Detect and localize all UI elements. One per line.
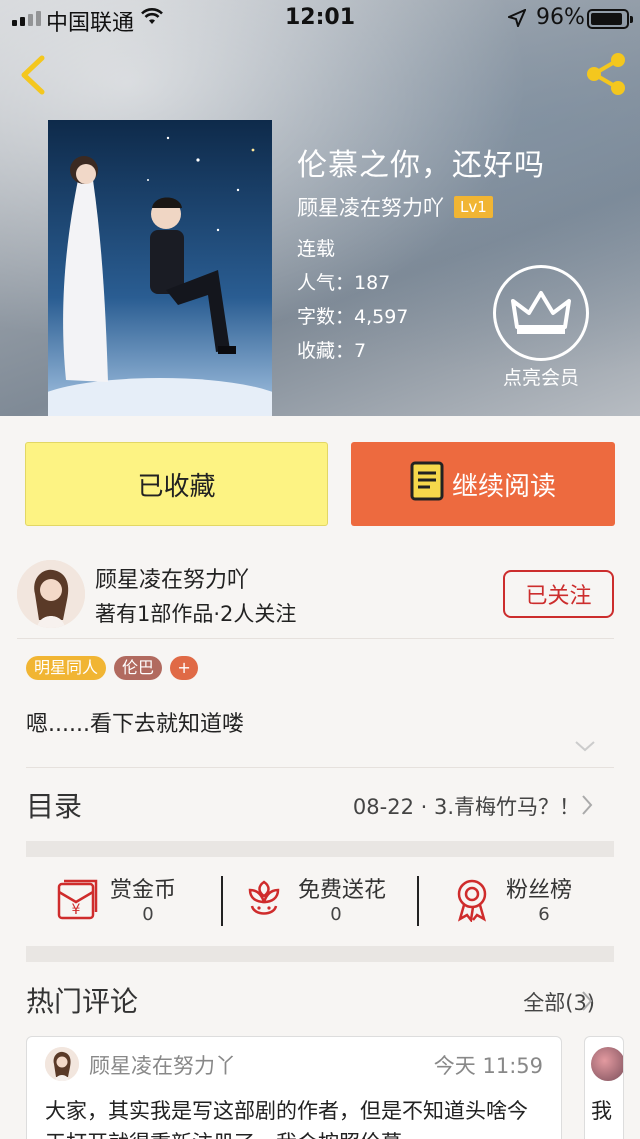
favorited-button[interactable]: 已收藏 <box>25 442 328 526</box>
commenter-name[interactable]: 顾星凌在努力丫 <box>89 1050 236 1080</box>
vip-label: 点亮会员 <box>502 367 579 389</box>
commenter-avatar[interactable] <box>45 1047 79 1081</box>
back-button[interactable] <box>14 52 54 98</box>
book-word-count: 字数：4,597 <box>297 306 409 328</box>
stat-value: 6 <box>538 904 550 925</box>
status-bar: 中国联通 12:01 96% <box>0 0 640 38</box>
favorited-label: 已收藏 <box>137 471 216 502</box>
book-intro: 嗯......看下去就知道喽 <box>26 712 244 737</box>
comment-text: 我 <box>591 1099 612 1123</box>
followed-button[interactable]: 已关注 <box>503 570 614 618</box>
stat-label: 粉丝榜 <box>506 878 573 903</box>
stat-value: 0 <box>330 904 342 925</box>
book-popularity: 人气：187 <box>297 272 391 294</box>
rosette-icon <box>452 878 492 926</box>
tag-item[interactable]: 明星同人 <box>26 656 107 680</box>
comment-card[interactable]: 我 <box>584 1036 624 1139</box>
location-arrow-icon <box>506 8 527 33</box>
book-header: 中国联通 12:01 96% 伦慕之你，还好吗 顾星凌在努力吖 Lv1 连载 人… <box>0 0 640 416</box>
comment-time: 今天 11:59 <box>433 1054 543 1078</box>
divider <box>17 638 614 639</box>
author-level-badge: Lv1 <box>454 196 493 218</box>
author-works-summary: 著有1部作品·2人关注 <box>95 602 297 626</box>
stat-divider <box>417 876 419 926</box>
battery-icon <box>587 9 633 29</box>
divider <box>26 767 614 768</box>
stat-divider <box>221 876 223 926</box>
svg-text:¥: ¥ <box>72 902 81 918</box>
comment-text: 大家，其实我是写这部剧的作者，但是不知道头啥今天打开就得重新注册了，我会按照伦慕 <box>45 1099 528 1139</box>
vip-activate-button[interactable]: 点亮会员 <box>490 265 592 390</box>
flower-icon <box>244 878 284 926</box>
comment-card[interactable]: 顾星凌在努力丫 今天 11:59 大家，其实我是写这部剧的作者，但是不知道头啥今… <box>26 1036 562 1139</box>
reward-coins-button[interactable]: ¥ 赏金币 0 <box>56 868 216 932</box>
author-avatar[interactable] <box>17 560 85 628</box>
continue-reading-label: 继续阅读 <box>451 471 556 502</box>
share-button[interactable] <box>582 50 630 98</box>
fan-ranking-button[interactable]: 粉丝榜 6 <box>452 868 602 932</box>
book-author-name[interactable]: 顾星凌在努力吖 <box>297 192 444 222</box>
hot-comments-title: 热门评论 <box>26 985 139 1018</box>
battery-percent: 96% <box>536 5 585 30</box>
book-status: 连载 <box>297 238 336 260</box>
stat-value: 0 <box>142 904 154 925</box>
book-author-line[interactable]: 顾星凌在努力吖 Lv1 <box>297 192 493 222</box>
stat-label: 免费送花 <box>298 878 387 903</box>
stat-label: 赏金币 <box>110 878 177 903</box>
tag-item[interactable]: 伦巴 <box>114 656 163 680</box>
section-separator <box>26 841 614 857</box>
commenter-avatar[interactable] <box>591 1047 623 1081</box>
followed-label: 已关注 <box>525 584 592 609</box>
book-cover-image[interactable] <box>48 120 272 416</box>
book-title: 伦慕之你，还好吗 <box>297 148 545 183</box>
continue-reading-button[interactable]: 继续阅读 <box>351 442 615 526</box>
book-icon <box>410 461 444 508</box>
chevron-right-icon[interactable] <box>580 990 594 1016</box>
add-tag-button[interactable]: + <box>170 656 199 680</box>
tag-list: 明星同人 伦巴 + <box>26 656 199 680</box>
author-name[interactable]: 顾星凌在努力吖 <box>95 562 249 594</box>
chevron-down-icon[interactable] <box>574 738 596 757</box>
chevron-right-icon[interactable] <box>580 794 594 820</box>
toc-label[interactable]: 目录 <box>26 785 82 825</box>
red-envelope-icon: ¥ <box>56 878 102 926</box>
toc-latest-chapter[interactable]: 08-22 · 3.青梅竹马？！ <box>353 791 580 821</box>
send-flower-button[interactable]: 免费送花 0 <box>244 868 414 932</box>
section-separator <box>26 946 614 962</box>
book-favorites: 收藏：7 <box>297 340 367 362</box>
crown-icon <box>493 265 589 361</box>
